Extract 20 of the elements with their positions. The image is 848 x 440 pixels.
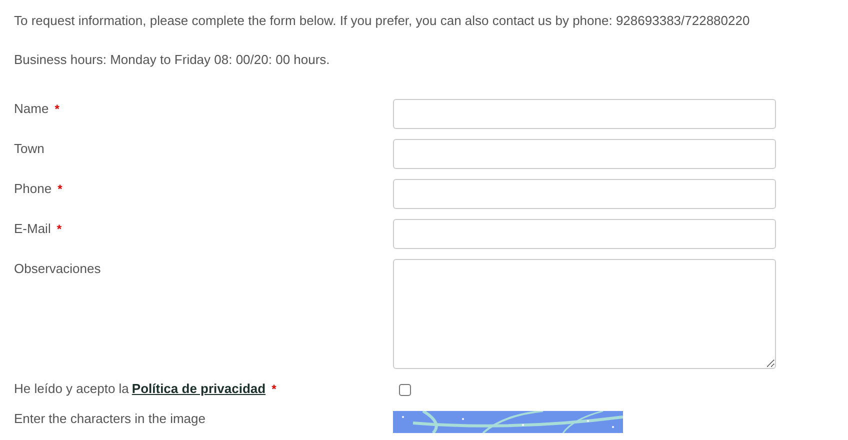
intro-text: To request information, please complete the form below. If you prefer, you can also contact us by phone: 928693383/722880220 bbox=[14, 12, 751, 30]
comments-field[interactable] bbox=[393, 259, 776, 369]
privacy-checkbox[interactable] bbox=[399, 384, 411, 396]
privacy-policy-link[interactable]: Política de privacidad bbox=[132, 379, 266, 399]
field-label: E-Mail bbox=[14, 220, 51, 238]
field-label: Enter the characters in the image bbox=[14, 410, 206, 428]
field-label: Observaciones bbox=[14, 260, 101, 278]
required-mark: * bbox=[58, 181, 62, 198]
required-mark: * bbox=[56, 221, 62, 238]
field-label: Name bbox=[14, 100, 49, 118]
field-label: Town bbox=[14, 140, 44, 158]
input-field[interactable] bbox=[393, 219, 776, 249]
field-label: He leído y acepto la bbox=[14, 380, 129, 398]
input-field[interactable] bbox=[393, 99, 776, 129]
intro-text: Business hours: Monday to Friday 08: 00/20: 00 hours. bbox=[14, 51, 331, 69]
required-mark: * bbox=[272, 381, 276, 398]
input-field[interactable] bbox=[393, 179, 776, 209]
required-mark: * bbox=[54, 101, 60, 118]
input-field[interactable] bbox=[393, 139, 776, 169]
field-label: Phone bbox=[14, 180, 52, 198]
